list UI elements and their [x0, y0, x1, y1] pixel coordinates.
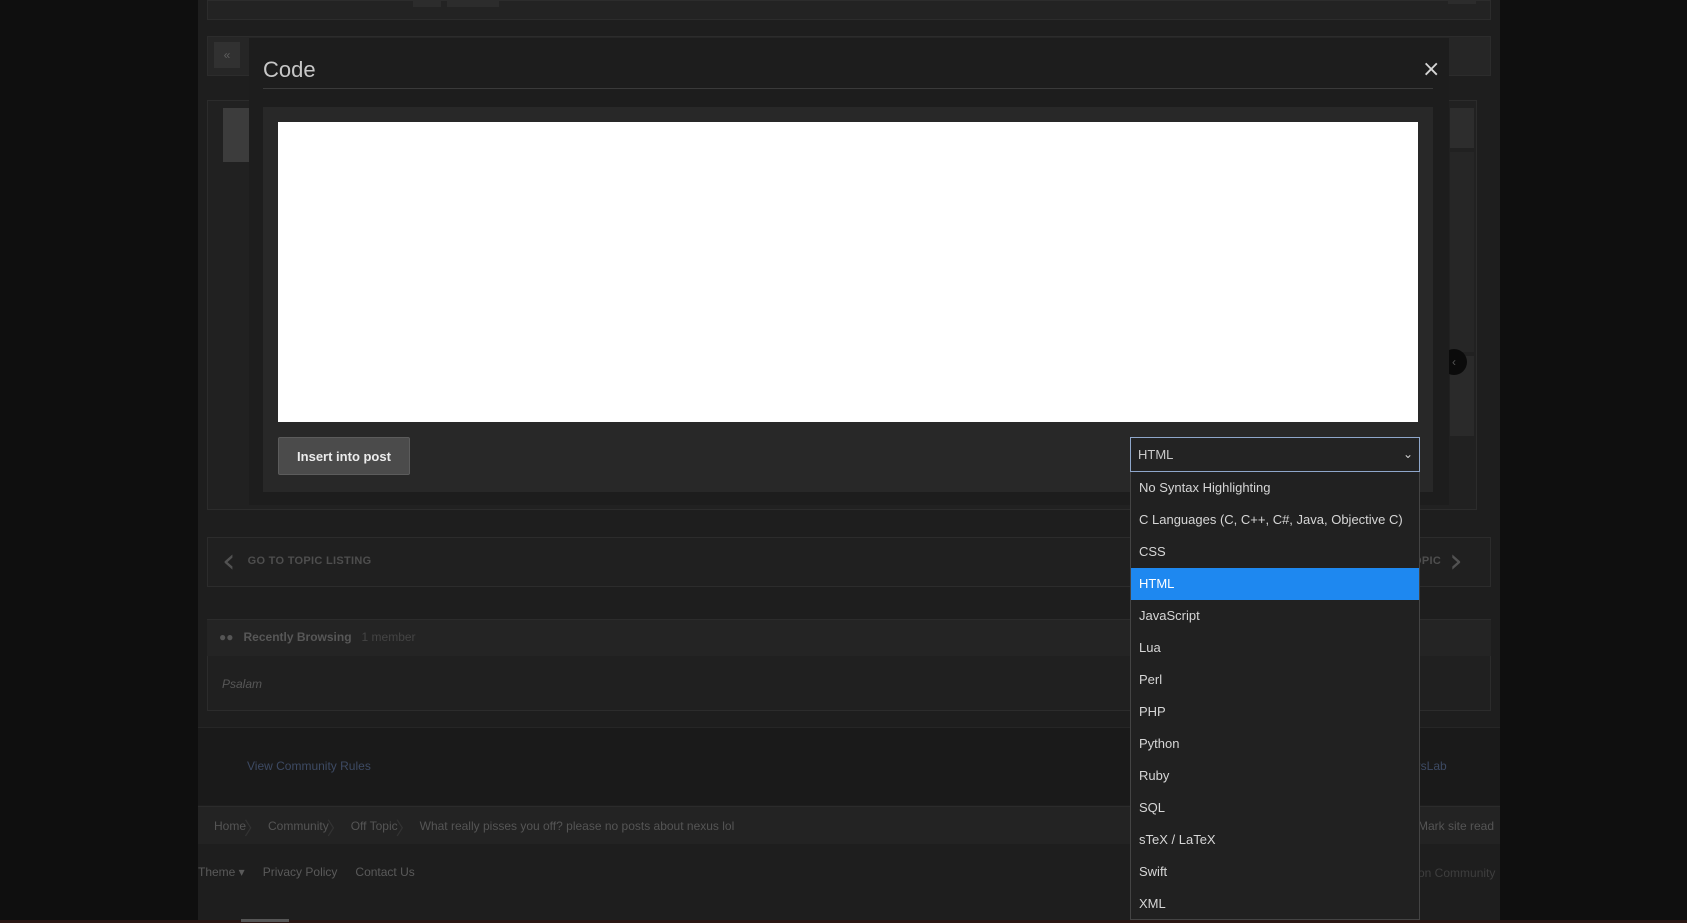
- code-input[interactable]: [278, 122, 1418, 422]
- post-scroll-block: [1450, 108, 1474, 148]
- member-link[interactable]: Psalam: [222, 677, 262, 691]
- language-option[interactable]: CSS: [1131, 536, 1419, 568]
- breadcrumb-current-topic[interactable]: What really pisses you off? please no po…: [420, 819, 757, 833]
- post-scroll-block: [1450, 152, 1474, 352]
- close-icon[interactable]: ×: [1422, 59, 1440, 81]
- language-option[interactable]: C Languages (C, C++, C#, Java, Objective…: [1131, 504, 1419, 536]
- chevron-right-icon: ›: [1449, 541, 1463, 581]
- language-option[interactable]: JavaScript: [1131, 600, 1419, 632]
- language-option[interactable]: HTML: [1131, 568, 1419, 600]
- language-option[interactable]: Swift: [1131, 856, 1419, 888]
- go-to-topic-listing-link[interactable]: ‹ GO TO TOPIC LISTING: [222, 541, 372, 581]
- breadcrumb-home[interactable]: Home 〉: [214, 819, 268, 839]
- language-option[interactable]: Python: [1131, 728, 1419, 760]
- footer-links: Theme ▾ Privacy Policy Contact Us: [198, 865, 415, 879]
- breadcrumb-community[interactable]: Community 〉: [268, 819, 351, 839]
- chevron-down-icon: ⌄: [1402, 447, 1413, 461]
- top-button: [447, 0, 499, 7]
- language-option[interactable]: XML: [1131, 888, 1419, 920]
- recently-browsing-title-row: ●● Recently Browsing 1 member: [219, 630, 416, 644]
- mark-site-read-link[interactable]: Mark site read: [1418, 819, 1494, 833]
- code-dialog: Code × Insert into post: [249, 38, 1449, 505]
- recently-browsing-count: 1 member: [361, 630, 416, 644]
- language-select[interactable]: HTML ⌄: [1130, 437, 1420, 472]
- avatar: [223, 108, 249, 162]
- chevron-left-icon: ‹: [222, 541, 236, 581]
- language-option[interactable]: PHP: [1131, 696, 1419, 728]
- language-option[interactable]: Lua: [1131, 632, 1419, 664]
- next-topic-link[interactable]: OPIC ›: [1413, 541, 1463, 581]
- users-icon: ●●: [219, 630, 234, 644]
- pagination-prev-button[interactable]: «: [214, 42, 240, 68]
- language-dropdown-list: No Syntax Highlighting C Languages (C, C+…: [1130, 472, 1420, 920]
- language-option[interactable]: sTeX / LaTeX: [1131, 824, 1419, 856]
- language-option[interactable]: No Syntax Highlighting: [1131, 472, 1419, 504]
- contact-us-link[interactable]: Contact Us: [355, 865, 414, 879]
- footer-powered-text: on Community: [1418, 866, 1496, 880]
- breadcrumb-separator: 〉: [326, 818, 345, 839]
- breadcrumb-separator: 〉: [395, 818, 414, 839]
- breadcrumb-separator: 〉: [244, 818, 263, 839]
- top-button: [1448, 0, 1476, 4]
- community-rules-link[interactable]: View Community Rules: [247, 759, 371, 773]
- dialog-body: Insert into post: [263, 107, 1433, 492]
- theme-menu[interactable]: Theme ▾: [198, 865, 245, 879]
- dialog-header: Code ×: [263, 51, 1440, 89]
- language-option[interactable]: SQL: [1131, 792, 1419, 824]
- bottom-strip-mark: [241, 919, 289, 922]
- insert-into-post-button[interactable]: Insert into post: [278, 437, 410, 475]
- language-option[interactable]: Ruby: [1131, 760, 1419, 792]
- top-panel: [207, 0, 1491, 20]
- top-button: [413, 0, 441, 7]
- privacy-policy-link[interactable]: Privacy Policy: [263, 865, 338, 879]
- topic-listing-label: GO TO TOPIC LISTING: [247, 555, 372, 567]
- language-select-value: HTML: [1138, 447, 1174, 462]
- dialog-title: Code: [263, 57, 316, 82]
- language-option[interactable]: Perl: [1131, 664, 1419, 696]
- breadcrumb-off-topic[interactable]: Off Topic 〉: [351, 819, 420, 839]
- recently-browsing-title: Recently Browsing: [243, 630, 352, 644]
